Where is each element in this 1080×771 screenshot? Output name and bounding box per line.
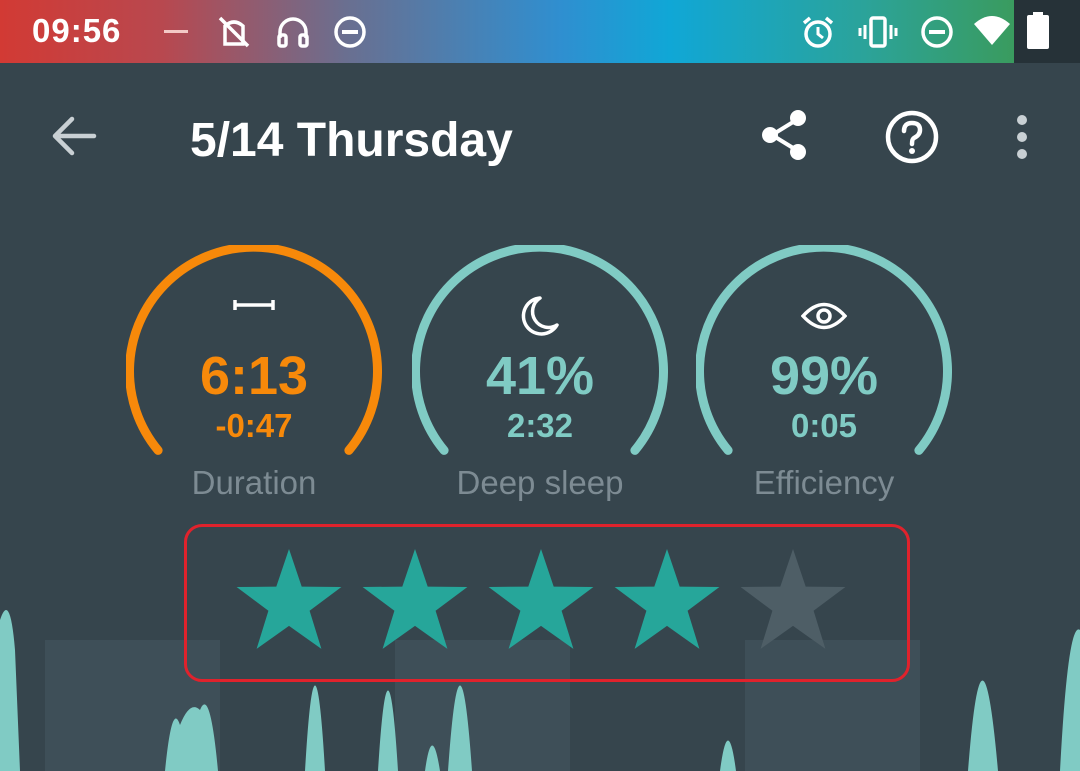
sleep-rating[interactable] [184, 524, 910, 682]
star-filled-4[interactable] [613, 549, 721, 653]
alarm-icon [802, 16, 834, 48]
duration-delta: -0:47 [215, 407, 293, 444]
star-empty-5[interactable] [739, 549, 847, 653]
eye-icon [696, 301, 952, 336]
page-title: 5/14 Thursday [190, 114, 513, 167]
deep-sleep-gauge[interactable]: 41% 2:32 Deep sleep [412, 245, 668, 507]
dash-icon [164, 30, 188, 33]
more-vert-icon[interactable] [1012, 113, 1032, 161]
app-bar: 5/14 Thursday [0, 63, 1080, 213]
duration-label: Duration [191, 464, 317, 501]
duration-gauge[interactable]: 6:13 -0:47 Duration [126, 245, 382, 507]
duration-icon [126, 297, 382, 318]
star-filled-3[interactable] [487, 549, 595, 653]
status-clock: 09:56 [32, 12, 122, 49]
do-not-disturb-icon [334, 16, 366, 48]
share-icon[interactable] [758, 107, 812, 163]
status-bar: 09:56 [0, 0, 1080, 63]
deep-sleep-value: 41% [485, 346, 595, 406]
efficiency-value: 99% [769, 346, 879, 406]
vibrate-icon [858, 16, 898, 48]
help-icon[interactable] [884, 109, 940, 165]
star-filled-2[interactable] [361, 549, 469, 653]
back-arrow-icon[interactable] [50, 113, 98, 159]
do-not-disturb-icon [921, 16, 953, 48]
star-filled-1[interactable] [235, 549, 343, 653]
headphones-icon [277, 17, 309, 48]
no-sync-icon [218, 16, 250, 48]
efficiency-time: 0:05 [790, 407, 858, 444]
wifi-icon [974, 16, 1010, 45]
efficiency-label: Efficiency [753, 464, 895, 501]
moon-icon [412, 295, 668, 342]
deep-sleep-time: 2:32 [506, 407, 574, 444]
deep-sleep-label: Deep sleep [456, 464, 624, 501]
efficiency-gauge[interactable]: 99% 0:05 Efficiency [696, 245, 952, 507]
battery-icon [1027, 12, 1049, 49]
duration-value: 6:13 [199, 346, 309, 406]
